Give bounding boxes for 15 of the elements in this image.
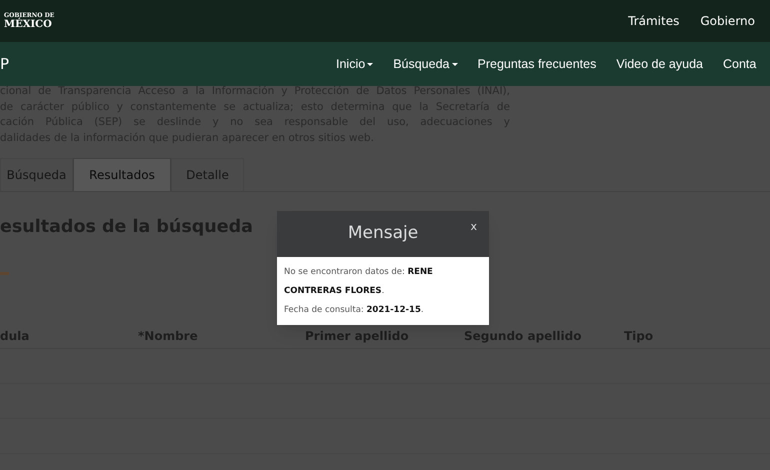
close-button[interactable]: x <box>470 219 477 236</box>
caret-icon <box>367 62 374 66</box>
nav-link[interactable]: Preguntas frecuentes <box>478 54 596 74</box>
nav-link[interactable]: Búsqueda <box>393 54 458 74</box>
logo-title: MÉXICO <box>4 20 53 30</box>
dialog-title: Mensaje <box>348 222 418 246</box>
nav-link[interactable]: Conta <box>722 54 756 74</box>
dialog-message: No se encontraron datos de: RENE CONTRERAS FLORES. <box>284 266 434 298</box>
site-brand: P <box>0 54 10 75</box>
top-link[interactable]: Trámites <box>628 12 680 30</box>
dialog-message: Fecha de consulta: 2021-12-15. <box>284 304 425 317</box>
nav-link[interactable]: Inicio <box>336 54 374 74</box>
caret-icon <box>452 62 458 66</box>
nav-link[interactable]: Video de ayuda <box>616 54 703 74</box>
top-link[interactable]: Gobierno <box>700 12 755 30</box>
